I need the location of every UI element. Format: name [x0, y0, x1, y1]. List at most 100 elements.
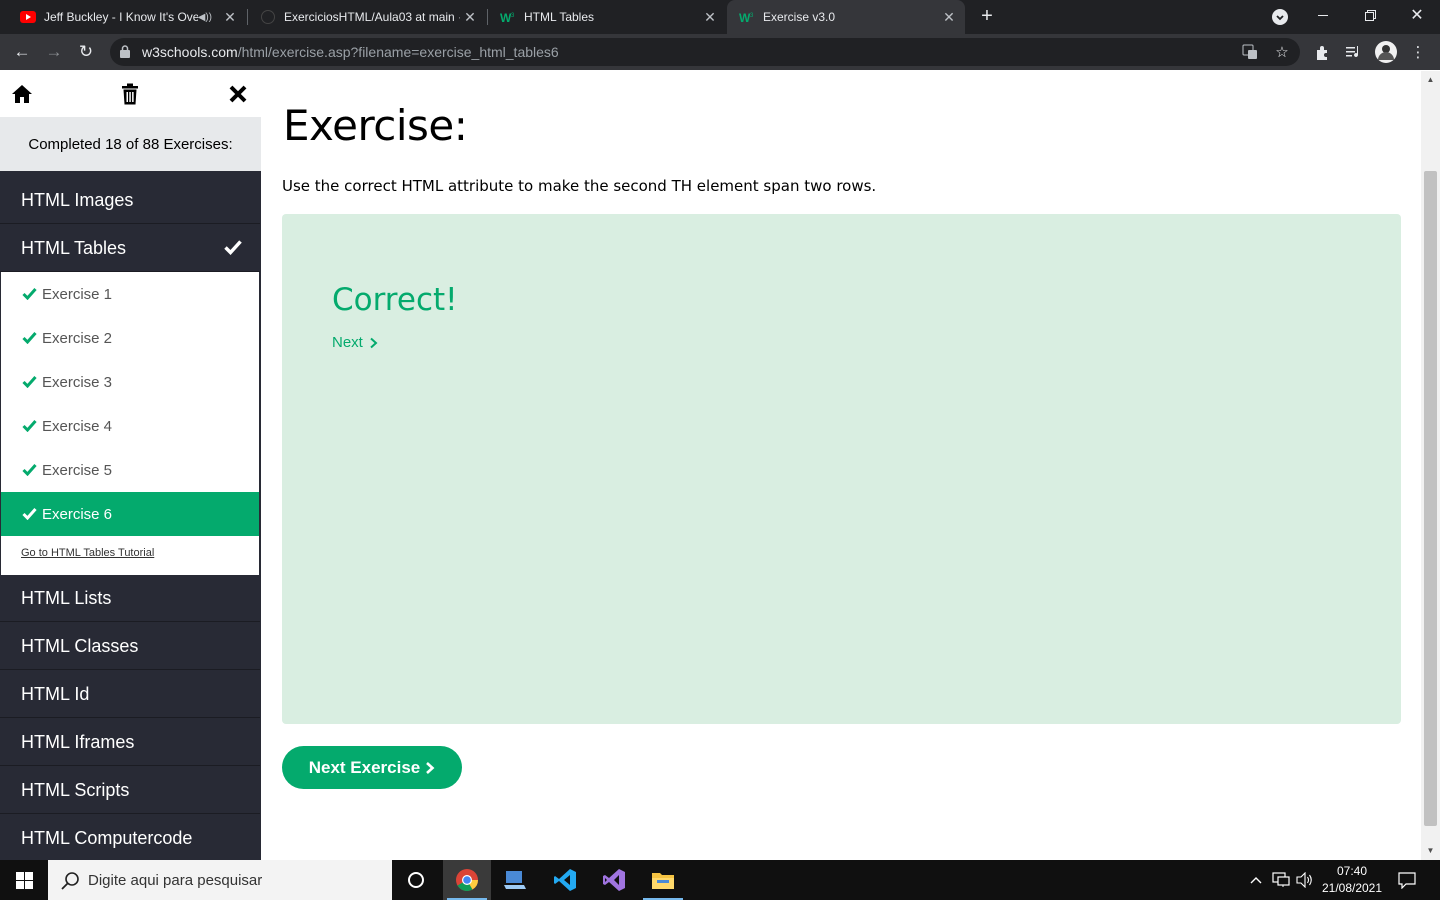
category-html-lists[interactable]: HTML Lists: [0, 575, 260, 622]
vscode-icon[interactable]: [541, 860, 589, 900]
category-label: HTML Id: [21, 683, 90, 704]
address-bar[interactable]: w3schools.com/html/exercise.asp?filename…: [110, 38, 1300, 66]
category-html-iframes[interactable]: HTML Iframes: [0, 719, 260, 766]
clock-time: 07:40: [1336, 864, 1368, 878]
bookmark-star-icon[interactable]: ☆: [1270, 40, 1294, 64]
exercise-list: Exercise 1 Exercise 2 Exercise 3 Exercis…: [1, 272, 259, 575]
exercise-instructions: Use the correct HTML attribute to make t…: [282, 177, 877, 195]
more-menu-icon[interactable]: ⋮: [1406, 40, 1430, 64]
chrome-icon[interactable]: [443, 860, 491, 900]
search-icon: [61, 872, 79, 890]
cortana-icon[interactable]: [392, 860, 440, 900]
svg-text:3: 3: [511, 13, 515, 19]
trash-icon[interactable]: [117, 81, 143, 107]
category-label: HTML Classes: [21, 635, 139, 656]
close-icon[interactable]: [225, 81, 251, 107]
checkmark-icon: [22, 332, 37, 344]
tutorial-link[interactable]: Go to HTML Tables Tutorial: [21, 547, 154, 559]
home-icon[interactable]: [9, 81, 35, 107]
file-explorer-icon[interactable]: [639, 860, 687, 900]
close-tab-icon[interactable]: ✕: [939, 9, 959, 26]
category-label: HTML Computercode: [21, 827, 193, 848]
reload-icon[interactable]: ↻: [74, 40, 98, 64]
category-html-scripts[interactable]: HTML Scripts: [0, 767, 260, 814]
exercise-item-2[interactable]: Exercise 2: [1, 316, 259, 360]
category-html-tables[interactable]: HTML Tables: [0, 225, 260, 272]
url-text: w3schools.com/html/exercise.asp?filename…: [142, 44, 559, 60]
close-window-button[interactable]: ✕: [1394, 0, 1440, 30]
category-label: HTML Tables: [21, 237, 127, 258]
exercise-item-3[interactable]: Exercise 3: [1, 360, 259, 404]
browser-toolbar: ← → ↻ w3schools.com/html/exercise.asp?fi…: [0, 34, 1440, 70]
checkmark-icon: [22, 288, 37, 300]
tab-title: Jeff Buckley - I Know It's Ove: [44, 10, 198, 24]
close-tab-icon[interactable]: ✕: [220, 9, 240, 26]
tab-search-icon[interactable]: [1272, 9, 1288, 25]
exercise-label: Exercise 4: [42, 417, 113, 435]
profile-avatar[interactable]: [1374, 40, 1398, 64]
page-title: Exercise:: [283, 101, 468, 150]
restore-button[interactable]: [1347, 0, 1393, 30]
tab-youtube[interactable]: Jeff Buckley - I Know It's Ove ◀)) ✕: [8, 0, 246, 34]
speaker-icon[interactable]: ◀)): [198, 12, 212, 23]
extensions-icon[interactable]: [1310, 40, 1334, 64]
back-arrow-icon[interactable]: ←: [10, 40, 34, 64]
checkmark-icon: [22, 464, 37, 476]
close-tab-icon[interactable]: ✕: [700, 9, 720, 26]
tab-title: ExerciciosHTML/Aula03 at main ·: [284, 10, 460, 24]
w3schools-icon: W3: [739, 9, 755, 25]
translate-icon[interactable]: [1238, 40, 1262, 64]
category-html-classes[interactable]: HTML Classes: [0, 623, 260, 670]
chevron-right-icon: [370, 337, 378, 348]
media-control-icon[interactable]: [1342, 40, 1366, 64]
checkmark-icon: [22, 420, 37, 432]
notification-icon[interactable]: [1394, 860, 1420, 900]
tab-exercise[interactable]: W3 Exercise v3.0 ✕: [727, 0, 965, 34]
visual-studio-icon[interactable]: [590, 860, 638, 900]
w3schools-icon: W3: [500, 9, 516, 25]
exercise-main: Exercise: Use the correct HTML attribute…: [261, 71, 1421, 860]
windows-start-icon[interactable]: [0, 860, 48, 900]
volume-icon[interactable]: [1294, 860, 1316, 900]
category-html-id[interactable]: HTML Id: [0, 671, 260, 718]
browser-tab-strip: Jeff Buckley - I Know It's Ove ◀)) ✕ Exe…: [0, 0, 1440, 34]
taskbar-search-box[interactable]: Digite aqui para pesquisar: [48, 860, 392, 900]
result-title: Correct!: [332, 282, 458, 318]
exercise-item-5[interactable]: Exercise 5: [1, 448, 259, 492]
youtube-icon: [20, 9, 36, 25]
mysql-workbench-icon[interactable]: [491, 860, 539, 900]
exercise-label: Exercise 2: [42, 329, 113, 347]
exercise-item-6[interactable]: Exercise 6: [1, 492, 259, 536]
new-tab-button[interactable]: +: [976, 5, 998, 27]
category-html-images[interactable]: HTML Images: [0, 177, 260, 224]
next-link[interactable]: Next: [332, 334, 379, 351]
page-scrollbar[interactable]: ▲ ▼: [1421, 71, 1440, 860]
svg-text:3: 3: [750, 13, 754, 19]
scroll-up-arrow[interactable]: ▲: [1421, 73, 1440, 87]
scroll-thumb[interactable]: [1424, 171, 1437, 826]
lock-icon: [120, 45, 130, 58]
minimize-button[interactable]: [1300, 0, 1346, 30]
tray-chevron-icon[interactable]: [1246, 860, 1266, 900]
next-exercise-label: Next Exercise: [308, 757, 421, 777]
tab-html-tables[interactable]: W3 HTML Tables ✕: [488, 0, 726, 34]
windows-taskbar: Digite aqui para pesquisar 07:40 21/08/2…: [0, 860, 1440, 900]
taskbar-clock[interactable]: 07:40 21/08/2021: [1316, 863, 1388, 897]
category-html-computercode[interactable]: HTML Computercode: [0, 815, 260, 860]
next-exercise-button[interactable]: Next Exercise: [282, 746, 462, 789]
exercise-item-4[interactable]: Exercise 4: [1, 404, 259, 448]
sidebar-toolbar: [0, 71, 261, 117]
result-panel: Correct! Next: [282, 214, 1401, 724]
exercise-label: Exercise 3: [42, 373, 113, 391]
tab-title: HTML Tables: [524, 10, 595, 24]
category-label: HTML Scripts: [21, 779, 130, 800]
network-icon[interactable]: [1270, 860, 1292, 900]
category-label: HTML Images: [21, 189, 134, 210]
close-tab-icon[interactable]: ✕: [460, 9, 480, 26]
scroll-down-arrow[interactable]: ▼: [1421, 844, 1440, 858]
forward-arrow-icon[interactable]: →: [42, 40, 66, 64]
exercise-item-1[interactable]: Exercise 1: [1, 272, 259, 316]
tab-github[interactable]: ExerciciosHTML/Aula03 at main · ✕: [248, 0, 486, 34]
category-label: HTML Iframes: [21, 731, 135, 752]
next-link-label: Next: [332, 334, 363, 351]
